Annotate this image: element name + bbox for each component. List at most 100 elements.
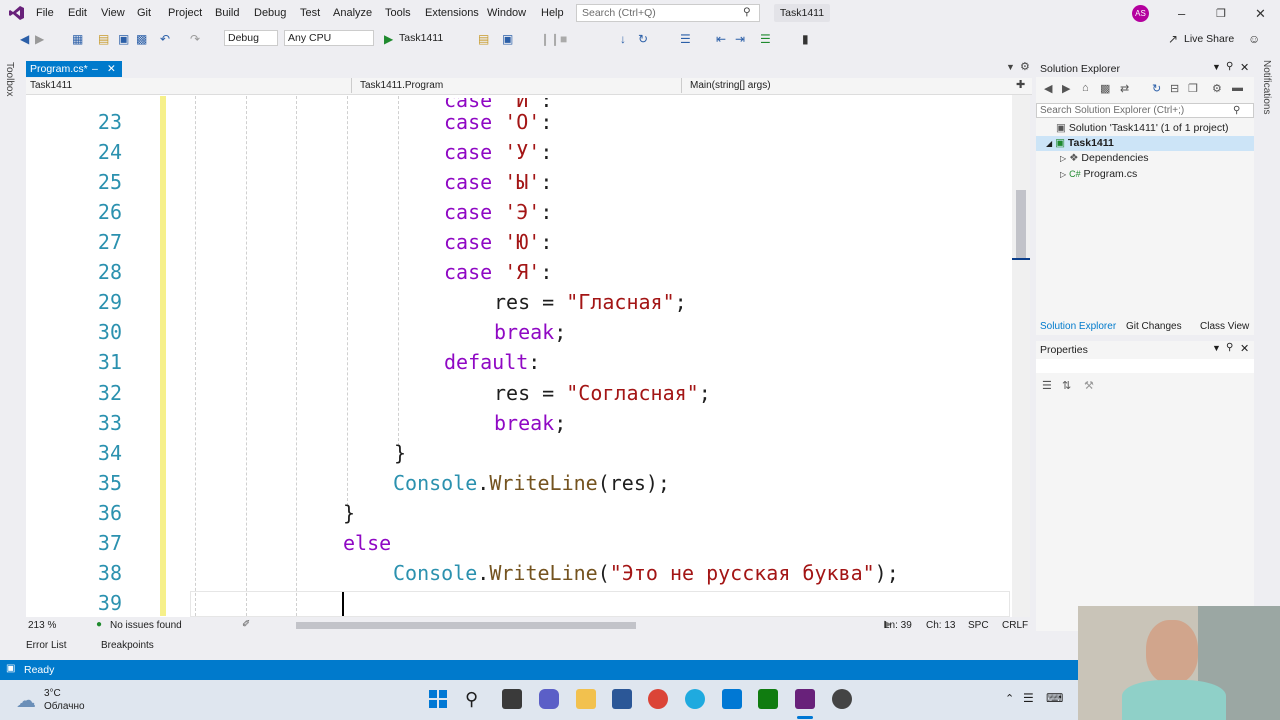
mail-icon[interactable] — [722, 689, 742, 709]
obs-icon[interactable] — [832, 689, 852, 709]
vertical-scrollbar[interactable] — [1012, 95, 1030, 617]
screen-icon[interactable]: ▣ — [502, 32, 513, 46]
collapse-icon[interactable]: ⊟ — [1170, 82, 1179, 95]
split-icon[interactable]: ✚ — [1016, 78, 1025, 91]
menu-analyze[interactable]: Analyze — [333, 7, 372, 19]
back-icon[interactable]: ◀ — [20, 32, 29, 46]
dropdown-icon[interactable]: ▼ — [1212, 343, 1221, 353]
tree-program-cs[interactable]: ▷ C# Program.cs — [1060, 168, 1137, 180]
menu-help[interactable]: Help — [541, 7, 564, 19]
redo-icon[interactable]: ↷ — [190, 32, 200, 46]
visual-studio-icon[interactable] — [795, 689, 815, 709]
step-over-icon[interactable]: ↻ — [638, 32, 648, 46]
solution-search-input[interactable]: Search Solution Explorer (Ctrl+;) ⚲ — [1036, 103, 1254, 118]
keyboard-icon[interactable]: ⌨ — [1046, 691, 1063, 705]
undo-icon[interactable]: ↶ — [160, 32, 170, 46]
word-icon[interactable] — [612, 689, 632, 709]
toolbox-tab[interactable]: Toolbox — [4, 62, 15, 96]
refresh-icon[interactable]: ↻ — [1152, 82, 1161, 95]
search-input[interactable]: Search (Ctrl+Q) ⚲ — [576, 4, 760, 22]
nav-project-select[interactable]: Task1411 — [26, 78, 352, 93]
properties-icon[interactable]: ⚙ — [1212, 82, 1222, 95]
pin-icon[interactable]: – — [92, 61, 98, 77]
outdent-icon[interactable]: ⇥ — [735, 32, 745, 46]
tree-dependencies[interactable]: ▷ ❖ Dependencies — [1060, 152, 1149, 164]
task-view-icon[interactable] — [502, 689, 522, 709]
menu-window[interactable]: Window — [487, 7, 526, 19]
indent-icon[interactable]: ⇤ — [716, 32, 726, 46]
save-icon[interactable]: ▣ — [118, 32, 129, 46]
close-panel-icon[interactable]: ✕ — [1240, 61, 1249, 74]
menu-git[interactable]: Git — [137, 7, 151, 19]
edge-icon[interactable] — [685, 689, 705, 709]
tab-solution-explorer[interactable]: Solution Explorer — [1040, 321, 1116, 332]
tab-breakpoints[interactable]: Breakpoints — [101, 640, 154, 651]
brush-icon[interactable]: ✐ — [242, 619, 250, 630]
tree-solution[interactable]: ▣ Solution 'Task1411' (1 of 1 project) — [1056, 122, 1229, 134]
live-share-icon[interactable]: ↗ — [1168, 32, 1178, 46]
teams-icon[interactable] — [539, 689, 559, 709]
switch-views-icon[interactable]: ▩ — [1100, 82, 1110, 95]
copy-icon[interactable]: ❐ — [1188, 82, 1198, 95]
nav-member-select[interactable]: Main(string[] args) — [686, 78, 1012, 93]
tab-overflow-icon[interactable]: ▼ — [1006, 62, 1015, 72]
file-explorer-icon[interactable] — [576, 689, 596, 709]
menu-edit[interactable]: Edit — [68, 7, 87, 19]
menu-build[interactable]: Build — [215, 7, 239, 19]
minimize-icon[interactable]: – — [1178, 6, 1185, 21]
menu-file[interactable]: File — [36, 7, 54, 19]
pin-icon[interactable]: ⚲ — [1226, 61, 1233, 72]
menu-project[interactable]: Project — [168, 7, 202, 19]
menu-test[interactable]: Test — [300, 7, 320, 19]
categorized-icon[interactable]: ☰ — [1042, 379, 1052, 392]
calculator-icon[interactable] — [758, 689, 778, 709]
config-select[interactable]: Debug — [224, 30, 278, 46]
folder-icon[interactable]: ▤ — [478, 32, 489, 46]
pause-icon[interactable]: ❙❙ — [540, 32, 560, 46]
tab-class-view[interactable]: Class View — [1200, 321, 1249, 332]
menu-debug[interactable]: Debug — [254, 7, 286, 19]
menu-extensions[interactable]: Extensions — [425, 7, 479, 19]
pin-icon[interactable]: ⚲ — [1226, 342, 1233, 353]
issues-status[interactable]: No issues found — [110, 620, 182, 631]
eol-indicator[interactable]: CRLF — [1002, 620, 1028, 631]
platform-select[interactable]: Any CPU — [284, 30, 374, 46]
back-icon[interactable]: ◀ — [1044, 82, 1052, 95]
forward-icon[interactable]: ▶ — [1062, 82, 1070, 95]
bookmark-icon[interactable]: ▮ — [802, 32, 809, 46]
network-icon[interactable]: ☰ — [1023, 691, 1034, 705]
open-icon[interactable]: ▤ — [98, 32, 109, 46]
menu-view[interactable]: View — [101, 7, 125, 19]
horizontal-scroll-thumb[interactable] — [296, 622, 636, 629]
menu-tools[interactable]: Tools — [385, 7, 411, 19]
step-into-icon[interactable]: ↓ — [620, 32, 626, 46]
object-select[interactable] — [1036, 359, 1254, 373]
search-taskbar-icon[interactable]: ⚲ — [465, 689, 485, 709]
expand-icon[interactable]: ◢ — [1046, 139, 1052, 148]
wrench-icon[interactable]: ⚒ — [1084, 379, 1094, 392]
restore-icon[interactable]: ❐ — [1216, 7, 1226, 20]
save-all-icon[interactable]: ▩ — [136, 32, 147, 46]
nav-class-select[interactable]: Task1411.Program — [356, 78, 682, 93]
feedback-icon[interactable]: ☺ — [1248, 32, 1260, 46]
run-target-button[interactable]: Task1411 — [399, 32, 443, 44]
sync-icon[interactable]: ⇄ — [1120, 82, 1129, 95]
chrome-icon[interactable] — [648, 689, 668, 709]
tab-error-list[interactable]: Error List — [26, 640, 67, 651]
collapsed-icon[interactable]: ▷ — [1060, 170, 1066, 179]
stop-icon[interactable]: ■ — [560, 32, 567, 46]
comment-icon[interactable]: ☰ — [760, 32, 771, 46]
vertical-scroll-thumb[interactable] — [1016, 190, 1026, 260]
tab-git-changes[interactable]: Git Changes — [1126, 321, 1182, 332]
alphabetical-icon[interactable]: ⇅ — [1062, 379, 1071, 392]
forward-icon[interactable]: ▶ — [35, 32, 44, 46]
new-project-icon[interactable]: ▦ — [72, 32, 83, 46]
home-icon[interactable]: ⌂ — [1082, 82, 1089, 94]
start-icon[interactable] — [428, 689, 448, 709]
preview-icon[interactable]: ▬ — [1232, 82, 1243, 94]
tree-project[interactable]: ◢ ▣ Task1411 — [1046, 137, 1114, 149]
tab-program-cs[interactable]: Program.cs* – ✕ — [26, 61, 122, 77]
play-icon[interactable]: ▶ — [384, 32, 393, 46]
settings-icon[interactable]: ⚙ — [1020, 60, 1030, 73]
tray-chevron-icon[interactable]: ⌃ — [1005, 692, 1014, 705]
